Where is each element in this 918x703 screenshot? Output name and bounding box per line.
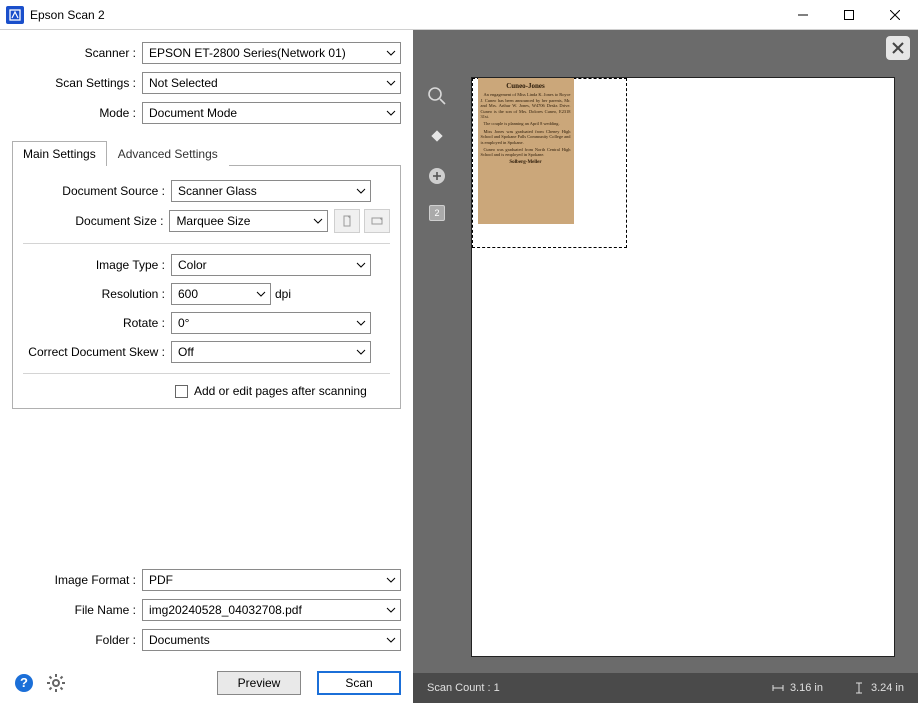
resolution-label: Resolution : xyxy=(23,287,165,301)
image-format-select[interactable]: PDF xyxy=(142,569,401,591)
resolution-value: 600 xyxy=(178,287,198,301)
scanned-clipping: Cuneo-Jones An engagement of Miss Linda … xyxy=(478,78,574,224)
document-size-label: Document Size : xyxy=(23,214,163,228)
scan-settings-select[interactable]: Not Selected xyxy=(142,72,401,94)
document-source-label: Document Source : xyxy=(23,184,165,198)
document-size-value: Marquee Size xyxy=(176,214,250,228)
scanner-value: EPSON ET-2800 Series(Network 01) xyxy=(149,46,346,60)
tab-main-settings[interactable]: Main Settings xyxy=(12,141,107,166)
clipping-headline: Cuneo-Jones xyxy=(481,82,571,90)
folder-label: Folder : xyxy=(12,633,136,647)
image-type-label: Image Type : xyxy=(23,258,165,272)
add-marquee-icon[interactable] xyxy=(426,165,448,187)
document-size-select[interactable]: Marquee Size xyxy=(169,210,328,232)
skew-select[interactable]: Off xyxy=(171,341,371,363)
app-icon xyxy=(6,6,24,24)
chevron-down-icon xyxy=(386,80,396,86)
minimize-button[interactable] xyxy=(780,0,826,30)
folder-value: Documents xyxy=(149,633,210,647)
help-button[interactable]: ? xyxy=(12,671,36,695)
close-button[interactable] xyxy=(872,0,918,30)
height-readout: 3.24 in xyxy=(853,682,904,694)
clipping-footer: Solberg-Meller xyxy=(481,160,571,165)
titlebar: Epson Scan 2 xyxy=(0,0,918,30)
mode-label: Mode : xyxy=(12,106,136,120)
main-settings-pane: Document Source : Scanner Glass Document… xyxy=(12,166,401,409)
chevron-down-icon xyxy=(386,577,396,583)
file-name-value: img20240528_04032708.pdf xyxy=(149,603,302,617)
rotate-tool-icon[interactable] xyxy=(426,125,448,147)
chevron-down-icon xyxy=(386,110,396,116)
preview-toolbar: 2 xyxy=(413,65,461,673)
tabs: Main Settings Advanced Settings xyxy=(12,140,401,166)
add-pages-label: Add or edit pages after scanning xyxy=(194,384,367,398)
chevron-down-icon xyxy=(356,349,366,355)
status-bar: Scan Count : 1 3.16 in 3.24 in xyxy=(413,673,918,703)
chevron-down-icon xyxy=(386,50,396,56)
chevron-down-icon xyxy=(386,607,396,613)
divider xyxy=(23,243,390,244)
maximize-button[interactable] xyxy=(826,0,872,30)
scan-button[interactable]: Scan xyxy=(317,671,401,695)
resolution-select[interactable]: 600 xyxy=(171,283,271,305)
window-controls xyxy=(780,0,918,30)
add-pages-checkbox[interactable] xyxy=(175,385,188,398)
chevron-down-icon xyxy=(356,320,366,326)
preview-page[interactable]: Cuneo-Jones An engagement of Miss Linda … xyxy=(471,77,895,657)
image-type-select[interactable]: Color xyxy=(171,254,371,276)
clipping-body: An engagement of Miss Linda K. Jones to … xyxy=(481,92,571,158)
scan-settings-value: Not Selected xyxy=(149,76,218,90)
scan-settings-label: Scan Settings : xyxy=(12,76,136,90)
page-count-badge[interactable]: 2 xyxy=(429,205,445,221)
left-panel: Scanner : EPSON ET-2800 Series(Network 0… xyxy=(0,30,413,703)
chevron-down-icon xyxy=(386,637,396,643)
rotate-value: 0° xyxy=(178,316,189,330)
skew-label: Correct Document Skew : xyxy=(23,345,165,359)
folder-select[interactable]: Documents xyxy=(142,629,401,651)
document-source-select[interactable]: Scanner Glass xyxy=(171,180,371,202)
file-name-label: File Name : xyxy=(12,603,136,617)
mode-value: Document Mode xyxy=(149,106,237,120)
tab-advanced-settings[interactable]: Advanced Settings xyxy=(107,141,229,166)
scanner-select[interactable]: EPSON ET-2800 Series(Network 01) xyxy=(142,42,401,64)
document-source-value: Scanner Glass xyxy=(178,184,257,198)
chevron-down-icon xyxy=(356,262,366,268)
preview-button[interactable]: Preview xyxy=(217,671,301,695)
preview-panel: 2 Cuneo-Jones An engagement of Miss Lind… xyxy=(413,30,918,703)
zoom-tool-icon[interactable] xyxy=(426,85,448,107)
mode-select[interactable]: Document Mode xyxy=(142,102,401,124)
settings-button[interactable] xyxy=(44,671,68,695)
resolution-unit: dpi xyxy=(275,287,291,301)
orientation-portrait-button[interactable] xyxy=(334,209,360,233)
svg-text:?: ? xyxy=(20,675,28,690)
window-title: Epson Scan 2 xyxy=(30,8,105,22)
chevron-down-icon xyxy=(313,218,323,224)
scan-count-label: Scan Count : 1 xyxy=(427,682,500,694)
skew-value: Off xyxy=(178,345,194,359)
rotate-label: Rotate : xyxy=(23,316,165,330)
rotate-select[interactable]: 0° xyxy=(171,312,371,334)
chevron-down-icon xyxy=(356,188,366,194)
orientation-landscape-button[interactable] xyxy=(364,209,390,233)
chevron-down-icon xyxy=(256,291,266,297)
width-readout: 3.16 in xyxy=(772,682,823,694)
scanner-label: Scanner : xyxy=(12,46,136,60)
close-preview-button[interactable] xyxy=(886,36,910,60)
divider xyxy=(23,373,390,374)
file-name-select[interactable]: img20240528_04032708.pdf xyxy=(142,599,401,621)
image-format-label: Image Format : xyxy=(12,573,136,587)
image-type-value: Color xyxy=(178,258,207,272)
image-format-value: PDF xyxy=(149,573,173,587)
